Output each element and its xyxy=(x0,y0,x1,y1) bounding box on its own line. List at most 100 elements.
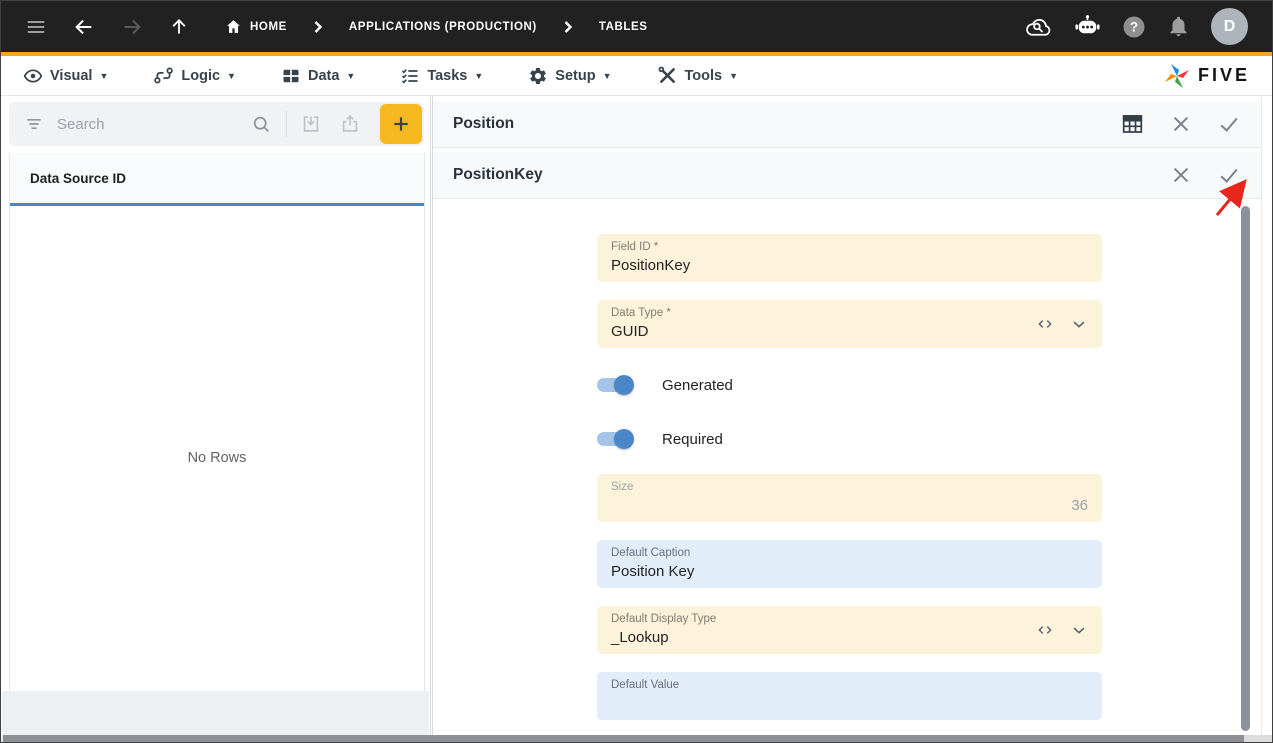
field-id-label: Field ID * xyxy=(611,241,1088,253)
field-form: Field ID * PositionKey Data Type * GUID xyxy=(433,200,1261,735)
caret-down-icon: ▼ xyxy=(729,71,738,81)
column-header-underline xyxy=(10,203,424,206)
cloud-search-icon[interactable] xyxy=(1024,14,1053,40)
caret-down-icon: ▼ xyxy=(227,71,236,81)
toggle-switch xyxy=(597,427,634,451)
forward-arrow-icon[interactable] xyxy=(121,16,143,38)
detail-panel: Position PositionKey xyxy=(432,96,1262,735)
data-type-select[interactable]: Data Type * GUID xyxy=(597,300,1102,348)
field-id-input[interactable]: Field ID * PositionKey xyxy=(597,234,1102,282)
required-toggle-label: Required xyxy=(662,431,723,448)
menu-visual-label: Visual xyxy=(50,68,92,84)
breadcrumb-applications[interactable]: APPLICATIONS (PRODUCTION) xyxy=(349,21,537,33)
menu-visual[interactable]: Visual ▼ xyxy=(23,66,108,86)
import-icon[interactable] xyxy=(300,113,322,135)
tasks-checklist-icon xyxy=(400,66,420,86)
up-arrow-icon[interactable] xyxy=(169,17,189,37)
breadcrumb-tables[interactable]: TABLES xyxy=(599,21,648,33)
no-rows-message: No Rows xyxy=(10,450,424,466)
top-navigation-bar: HOME APPLICATIONS (PRODUCTION) TABLES xyxy=(1,1,1272,52)
table-grid-icon[interactable] xyxy=(1120,112,1145,136)
toggle-switch xyxy=(597,373,634,397)
history-nav xyxy=(73,16,189,38)
size-label: Size xyxy=(611,481,1088,493)
save-check-icon[interactable] xyxy=(1217,113,1241,135)
grid-footer-strip xyxy=(2,691,429,735)
menu-data[interactable]: Data ▼ xyxy=(281,66,355,86)
close-icon[interactable] xyxy=(1170,164,1192,186)
five-logo-text: FIVE xyxy=(1198,65,1250,86)
column-header-label: Data Source ID xyxy=(30,171,126,186)
plus-icon xyxy=(391,114,411,134)
code-icon[interactable] xyxy=(1035,315,1055,333)
help-icon[interactable]: ? xyxy=(1122,15,1146,39)
record-list-panel: Data Source ID No Rows xyxy=(1,96,431,742)
code-icon[interactable] xyxy=(1035,621,1055,639)
eye-icon xyxy=(23,66,43,86)
menu-tools[interactable]: Tools ▼ xyxy=(657,65,739,86)
default-caption-input[interactable]: Default Caption Position Key xyxy=(597,540,1102,588)
field-detail-header: PositionKey xyxy=(433,152,1261,199)
default-value-label: Default Value xyxy=(611,679,1088,691)
assistant-bot-icon[interactable] xyxy=(1074,14,1101,39)
column-header-data-source-id[interactable]: Data Source ID xyxy=(10,153,424,203)
field-id-value: PositionKey xyxy=(611,257,1088,274)
breadcrumb-applications-label: APPLICATIONS (PRODUCTION) xyxy=(349,21,537,33)
hamburger-menu-icon[interactable] xyxy=(25,16,47,38)
menu-setup[interactable]: Setup ▼ xyxy=(528,66,611,86)
breadcrumb-home[interactable]: HOME xyxy=(225,18,287,35)
caret-down-icon: ▼ xyxy=(474,71,483,81)
menu-tasks[interactable]: Tasks ▼ xyxy=(400,66,483,86)
menu-tools-label: Tools xyxy=(685,68,723,84)
caret-down-icon: ▼ xyxy=(603,71,612,81)
size-value: 36 xyxy=(611,497,1088,514)
breadcrumb-home-label: HOME xyxy=(250,21,287,33)
search-input[interactable] xyxy=(57,116,251,133)
tools-icon xyxy=(657,65,678,86)
notifications-bell-icon[interactable] xyxy=(1167,15,1190,38)
filter-icon[interactable] xyxy=(24,114,44,134)
five-pinwheel-icon xyxy=(1162,61,1192,91)
breadcrumb: HOME APPLICATIONS (PRODUCTION) TABLES xyxy=(225,18,648,35)
default-display-type-value: _Lookup xyxy=(611,629,1088,646)
search-icon[interactable] xyxy=(251,114,272,135)
toolbar-divider xyxy=(286,111,287,137)
horizontal-scrollbar xyxy=(1,735,1272,742)
generated-toggle[interactable]: Generated xyxy=(597,373,1102,397)
default-value-input[interactable]: Default Value xyxy=(597,672,1102,720)
gear-icon xyxy=(528,66,548,86)
generated-toggle-label: Generated xyxy=(662,377,733,394)
add-record-button[interactable] xyxy=(380,104,422,144)
default-display-type-select[interactable]: Default Display Type _Lookup xyxy=(597,606,1102,654)
chevron-right-icon xyxy=(563,21,573,33)
export-icon[interactable] xyxy=(339,113,361,135)
topbar-actions: ? D xyxy=(1024,8,1248,45)
field-detail-title: PositionKey xyxy=(453,166,543,184)
save-check-icon[interactable] xyxy=(1217,164,1241,186)
record-title: Position xyxy=(453,115,514,133)
menu-tasks-label: Tasks xyxy=(427,68,467,84)
list-toolbar xyxy=(9,102,424,146)
record-header-actions xyxy=(1120,112,1241,136)
form-vertical-scrollbar[interactable] xyxy=(1241,206,1250,731)
five-logo: FIVE xyxy=(1162,61,1250,91)
menu-setup-label: Setup xyxy=(555,68,595,84)
default-caption-label: Default Caption xyxy=(611,547,1088,559)
records-grid: Data Source ID No Rows xyxy=(9,153,425,692)
menu-logic[interactable]: Logic ▼ xyxy=(153,65,236,86)
chevron-down-icon[interactable] xyxy=(1070,315,1088,333)
menu-data-label: Data xyxy=(308,68,339,84)
horizontal-scrollbar-thumb[interactable] xyxy=(3,735,1244,742)
chevron-right-icon xyxy=(313,21,323,33)
svg-text:?: ? xyxy=(1130,19,1138,34)
chevron-down-icon[interactable] xyxy=(1070,621,1088,639)
data-type-label: Data Type * xyxy=(611,307,1088,319)
required-toggle[interactable]: Required xyxy=(597,427,1102,451)
breadcrumb-tables-label: TABLES xyxy=(599,21,648,33)
close-icon[interactable] xyxy=(1170,113,1192,135)
back-arrow-icon[interactable] xyxy=(73,16,95,38)
user-avatar[interactable]: D xyxy=(1211,8,1248,45)
caret-down-icon: ▼ xyxy=(346,71,355,81)
app-window: HOME APPLICATIONS (PRODUCTION) TABLES xyxy=(0,0,1273,743)
record-header: Position xyxy=(433,101,1261,148)
